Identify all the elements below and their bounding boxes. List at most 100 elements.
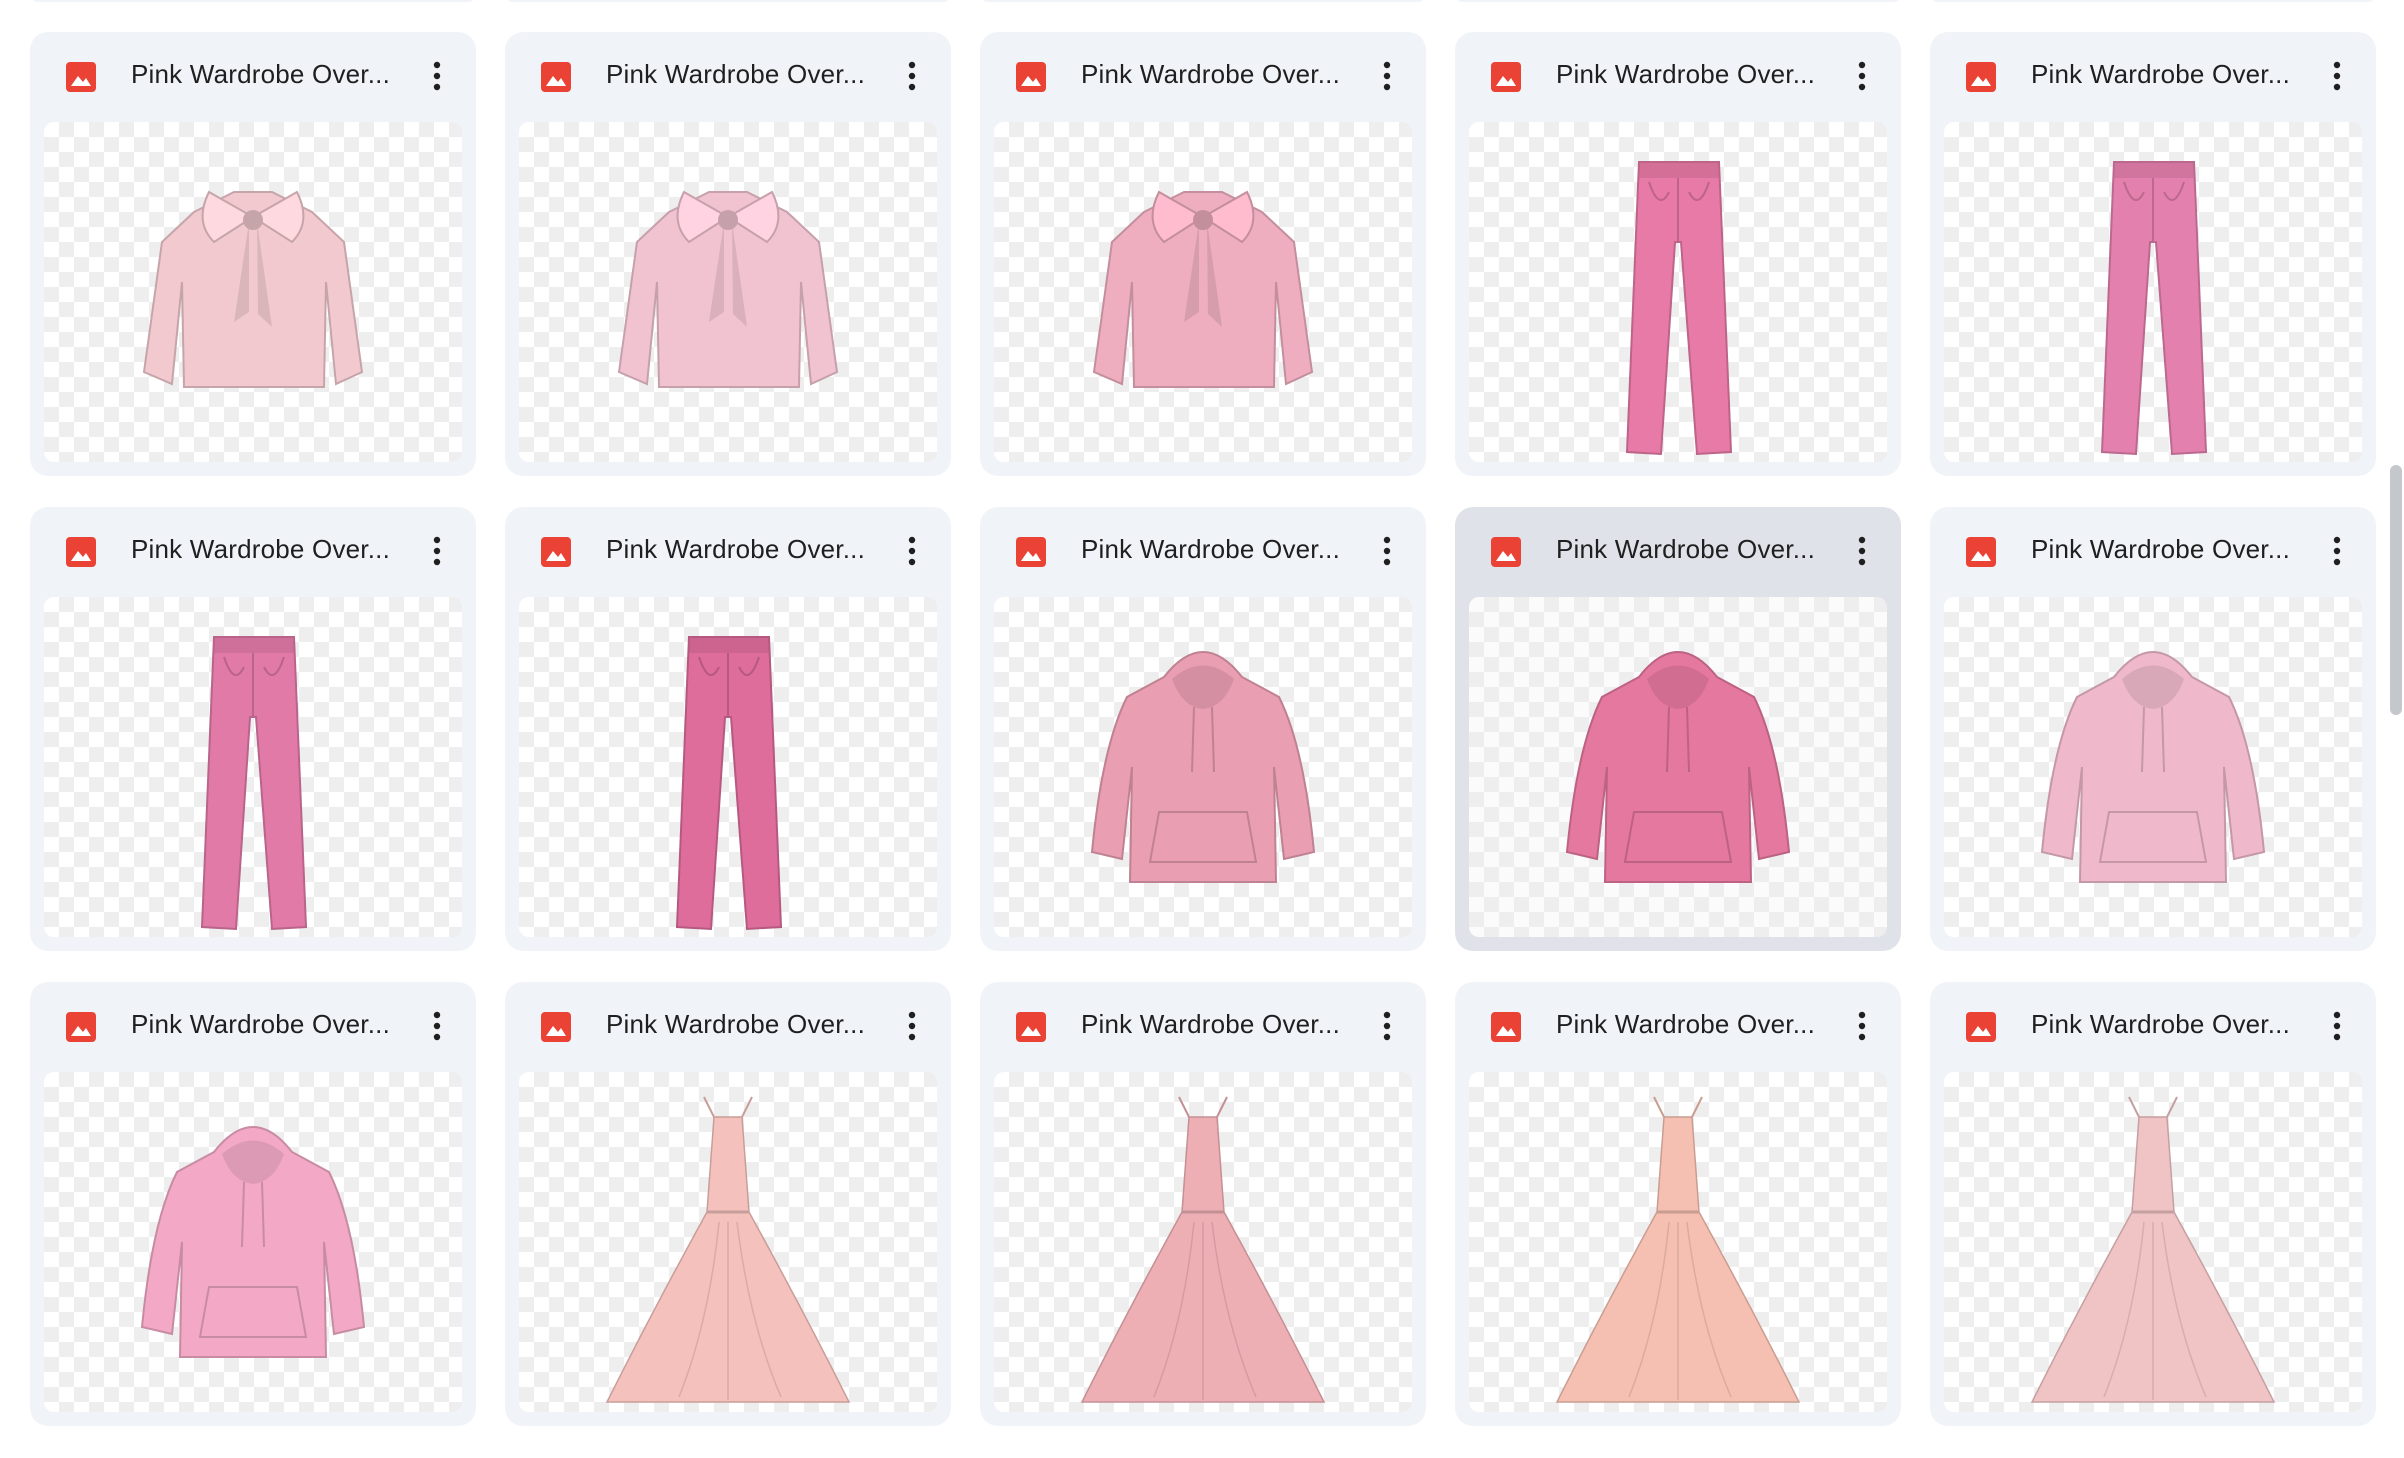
gown-image bbox=[1080, 1096, 1326, 1403]
file-card[interactable]: Pink Wardrobe Over... bbox=[505, 507, 951, 951]
file-name: Pink Wardrobe Over... bbox=[606, 534, 865, 564]
blouse-image bbox=[1092, 190, 1314, 388]
pants-image bbox=[1625, 161, 1733, 456]
image-file-icon bbox=[66, 62, 96, 92]
more-vert-icon[interactable] bbox=[897, 1008, 927, 1044]
file-card-header[interactable]: Pink Wardrobe Over... bbox=[1930, 982, 2376, 1070]
more-vert-icon[interactable] bbox=[1372, 1008, 1402, 1044]
more-vert-icon[interactable] bbox=[422, 1008, 452, 1044]
image-file-icon bbox=[1966, 1012, 1996, 1042]
file-thumbnail[interactable] bbox=[44, 597, 462, 937]
hoodie-image bbox=[140, 1126, 366, 1358]
file-card[interactable]: Pink Wardrobe Over... bbox=[505, 982, 951, 1426]
file-card[interactable]: Pink Wardrobe Over... bbox=[1930, 32, 2376, 476]
file-name: Pink Wardrobe Over... bbox=[2031, 534, 2290, 564]
file-name: Pink Wardrobe Over... bbox=[1081, 534, 1340, 564]
file-card[interactable]: Pink Wardrobe Over... bbox=[30, 982, 476, 1426]
previous-row-edge bbox=[0, 0, 2404, 4]
image-file-icon bbox=[541, 537, 571, 567]
file-card-header[interactable]: Pink Wardrobe Over... bbox=[980, 507, 1426, 595]
blouse-image bbox=[617, 190, 839, 388]
file-card[interactable]: Pink Wardrobe Over... bbox=[30, 32, 476, 476]
file-card[interactable]: Pink Wardrobe Over... bbox=[1455, 32, 1901, 476]
blouse-image bbox=[142, 190, 364, 388]
file-thumbnail[interactable] bbox=[1944, 122, 2362, 462]
file-card-header[interactable]: Pink Wardrobe Over... bbox=[30, 507, 476, 595]
file-grid: Pink Wardrobe Over... Pink Wardrobe Over… bbox=[30, 32, 2376, 1452]
file-card[interactable]: Pink Wardrobe Over... bbox=[30, 507, 476, 951]
more-vert-icon[interactable] bbox=[1372, 533, 1402, 569]
file-name: Pink Wardrobe Over... bbox=[2031, 1009, 2290, 1039]
file-thumbnail[interactable] bbox=[1944, 597, 2362, 937]
file-card-header[interactable]: Pink Wardrobe Over... bbox=[980, 32, 1426, 120]
file-card-header[interactable]: Pink Wardrobe Over... bbox=[30, 32, 476, 120]
file-card-header[interactable]: Pink Wardrobe Over... bbox=[505, 32, 951, 120]
file-card-header[interactable]: Pink Wardrobe Over... bbox=[980, 982, 1426, 1070]
file-card-header[interactable]: Pink Wardrobe Over... bbox=[1455, 507, 1901, 595]
file-card[interactable]: Pink Wardrobe Over... bbox=[980, 982, 1426, 1426]
more-vert-icon[interactable] bbox=[422, 533, 452, 569]
image-file-icon bbox=[1016, 62, 1046, 92]
gown-image bbox=[1555, 1096, 1801, 1403]
file-name: Pink Wardrobe Over... bbox=[131, 1009, 390, 1039]
gown-image bbox=[2030, 1096, 2276, 1403]
more-vert-icon[interactable] bbox=[422, 58, 452, 94]
file-thumbnail[interactable] bbox=[519, 1072, 937, 1412]
more-vert-icon[interactable] bbox=[897, 58, 927, 94]
more-vert-icon[interactable] bbox=[1847, 1008, 1877, 1044]
file-name: Pink Wardrobe Over... bbox=[1556, 1009, 1815, 1039]
file-name: Pink Wardrobe Over... bbox=[606, 1009, 865, 1039]
more-vert-icon[interactable] bbox=[2322, 1008, 2352, 1044]
file-thumbnail[interactable] bbox=[1469, 1072, 1887, 1412]
file-thumbnail[interactable] bbox=[44, 1072, 462, 1412]
file-thumbnail[interactable] bbox=[994, 597, 1412, 937]
image-file-icon bbox=[66, 1012, 96, 1042]
file-card-header[interactable]: Pink Wardrobe Over... bbox=[1455, 32, 1901, 120]
image-file-icon bbox=[1016, 537, 1046, 567]
image-file-icon bbox=[1966, 62, 1996, 92]
file-name: Pink Wardrobe Over... bbox=[1556, 534, 1815, 564]
image-file-icon bbox=[1491, 537, 1521, 567]
more-vert-icon[interactable] bbox=[1847, 533, 1877, 569]
image-file-icon bbox=[66, 537, 96, 567]
file-thumbnail[interactable] bbox=[994, 1072, 1412, 1412]
file-thumbnail[interactable] bbox=[519, 122, 937, 462]
file-thumbnail[interactable] bbox=[1944, 1072, 2362, 1412]
more-vert-icon[interactable] bbox=[2322, 58, 2352, 94]
more-vert-icon[interactable] bbox=[897, 533, 927, 569]
file-thumbnail[interactable] bbox=[1469, 597, 1887, 937]
file-thumbnail[interactable] bbox=[44, 122, 462, 462]
file-card[interactable]: Pink Wardrobe Over... bbox=[980, 507, 1426, 951]
hoodie-image bbox=[2040, 651, 2266, 883]
file-card-header[interactable]: Pink Wardrobe Over... bbox=[505, 982, 951, 1070]
file-card[interactable]: Pink Wardrobe Over... bbox=[980, 32, 1426, 476]
file-card-header[interactable]: Pink Wardrobe Over... bbox=[505, 507, 951, 595]
file-card-header[interactable]: Pink Wardrobe Over... bbox=[1930, 507, 2376, 595]
image-file-icon bbox=[1016, 1012, 1046, 1042]
file-card[interactable]: Pink Wardrobe Over... bbox=[1930, 982, 2376, 1426]
pants-image bbox=[675, 636, 783, 931]
pants-image bbox=[2100, 161, 2208, 456]
file-thumbnail[interactable] bbox=[519, 597, 937, 937]
file-card-header[interactable]: Pink Wardrobe Over... bbox=[1455, 982, 1901, 1070]
more-vert-icon[interactable] bbox=[1372, 58, 1402, 94]
more-vert-icon[interactable] bbox=[2322, 533, 2352, 569]
file-card[interactable]: Pink Wardrobe Over... bbox=[1455, 982, 1901, 1426]
pants-image bbox=[200, 636, 308, 931]
file-thumbnail[interactable] bbox=[994, 122, 1412, 462]
more-vert-icon[interactable] bbox=[1847, 58, 1877, 94]
hoodie-image bbox=[1090, 651, 1316, 883]
scrollbar-thumb[interactable] bbox=[2390, 465, 2402, 715]
file-card-header[interactable]: Pink Wardrobe Over... bbox=[30, 982, 476, 1070]
image-file-icon bbox=[1491, 62, 1521, 92]
gown-image bbox=[605, 1096, 851, 1403]
image-file-icon bbox=[541, 1012, 571, 1042]
file-card-header[interactable]: Pink Wardrobe Over... bbox=[1930, 32, 2376, 120]
file-card[interactable]: Pink Wardrobe Over... bbox=[1930, 507, 2376, 951]
file-name: Pink Wardrobe Over... bbox=[2031, 59, 2290, 89]
file-card[interactable]: Pink Wardrobe Over... bbox=[1455, 507, 1901, 951]
file-name: Pink Wardrobe Over... bbox=[1081, 59, 1340, 89]
file-card[interactable]: Pink Wardrobe Over... bbox=[505, 32, 951, 476]
file-name: Pink Wardrobe Over... bbox=[1081, 1009, 1340, 1039]
file-thumbnail[interactable] bbox=[1469, 122, 1887, 462]
